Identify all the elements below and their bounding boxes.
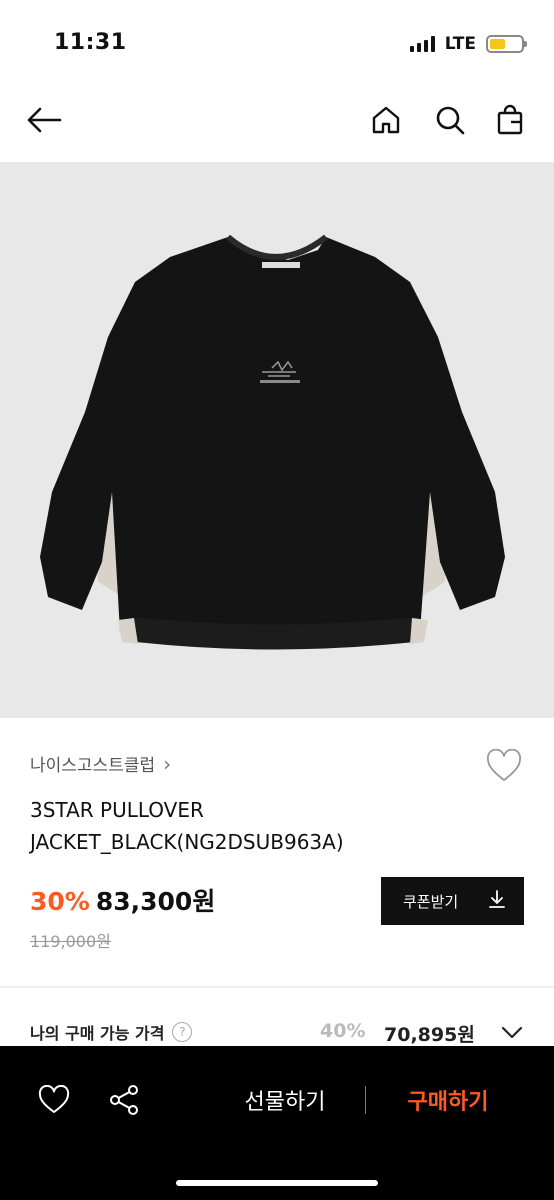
download-icon <box>488 889 506 913</box>
buy-button[interactable]: 구매하기 <box>392 1080 504 1120</box>
bottom-action-bar: 선물하기 구매하기 <box>0 1046 554 1200</box>
my-price-label: 나의 구매 가능 가격 ? <box>30 1020 193 1044</box>
my-price: 70,895원 <box>384 1024 475 1046</box>
brand-name: 나이스고스트클럽 <box>30 756 156 776</box>
network-label: LTE <box>444 34 476 54</box>
search-icon[interactable] <box>430 100 470 140</box>
wishlist-heart-icon[interactable] <box>484 746 524 786</box>
status-indicators: LTE <box>409 34 527 54</box>
my-price-label-text: 나의 구매 가능 가격 <box>30 1024 165 1043</box>
nav-bar <box>0 88 554 162</box>
wishlist-heart-icon[interactable] <box>34 1080 74 1120</box>
help-icon[interactable]: ? <box>172 1022 193 1042</box>
bar-divider <box>365 1086 366 1114</box>
my-price-row[interactable]: 나의 구매 가능 가격 ? 40% 70,895원 <box>30 1018 524 1048</box>
pullover-jacket-illustration <box>0 162 554 718</box>
home-indicator <box>176 1180 378 1186</box>
original-price: 119,000원 <box>30 932 111 951</box>
chevron-right-icon: › <box>163 751 172 776</box>
coupon-download-button[interactable]: 쿠폰받기 <box>381 877 524 925</box>
shopping-bag-icon[interactable] <box>490 100 530 140</box>
chevron-down-icon[interactable] <box>500 1020 524 1044</box>
battery-icon <box>486 35 527 53</box>
status-bar: 11:31 LTE <box>0 0 554 88</box>
signal-icon <box>409 36 435 52</box>
sale-price: 83,300원 <box>95 887 216 916</box>
my-discount-rate: 40% <box>320 1020 366 1042</box>
share-icon[interactable] <box>104 1080 144 1120</box>
gift-button[interactable]: 선물하기 <box>230 1080 340 1120</box>
brand-link[interactable]: 나이스고스트클럽 › <box>30 751 172 777</box>
discount-rate: 30% <box>30 887 90 916</box>
price-row: 30% 83,300원 <box>30 882 215 918</box>
product-image[interactable] <box>0 162 554 718</box>
home-icon[interactable] <box>366 100 406 140</box>
section-divider <box>0 986 554 988</box>
status-time: 11:31 <box>54 30 127 55</box>
coupon-label: 쿠폰받기 <box>403 893 459 911</box>
back-arrow-icon[interactable] <box>24 100 64 140</box>
product-name: 3STAR PULLOVER JACKET_BLACK(NG2DSUB963A) <box>30 798 344 854</box>
